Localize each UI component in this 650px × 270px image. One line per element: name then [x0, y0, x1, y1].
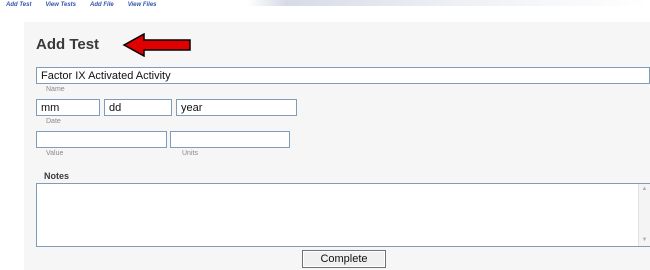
notes-scrollbar[interactable]: ▲ ▼: [638, 184, 650, 246]
nav-view-tests-link[interactable]: View Tests: [45, 2, 76, 8]
nav-view-files-link[interactable]: View Files: [128, 2, 157, 8]
name-label: Name: [46, 86, 65, 93]
nav-add-test-link[interactable]: Add Test: [6, 2, 31, 8]
add-test-page: Add Test View Tests Add File View Files …: [0, 0, 650, 270]
date-year-input[interactable]: [176, 99, 297, 116]
nav-add-file-link[interactable]: Add File: [90, 2, 114, 8]
date-month-input[interactable]: [36, 99, 100, 116]
red-left-arrow-icon: [122, 33, 191, 57]
top-nav: Add Test View Tests Add File View Files: [6, 2, 171, 8]
units-label: Units: [182, 150, 198, 157]
notes-label: Notes: [44, 171, 70, 181]
date-day-input[interactable]: [104, 99, 172, 116]
value-input[interactable]: [36, 131, 167, 148]
scroll-up-icon[interactable]: ▲: [640, 185, 649, 194]
date-label: Date: [46, 118, 61, 125]
scroll-down-icon[interactable]: ▼: [640, 236, 649, 245]
name-input[interactable]: [36, 67, 650, 84]
complete-button[interactable]: Complete: [302, 250, 386, 268]
units-input[interactable]: [170, 131, 290, 148]
value-label: Value: [46, 150, 64, 157]
page-title: Add Test: [36, 36, 100, 53]
notes-textarea[interactable]: [36, 183, 650, 247]
